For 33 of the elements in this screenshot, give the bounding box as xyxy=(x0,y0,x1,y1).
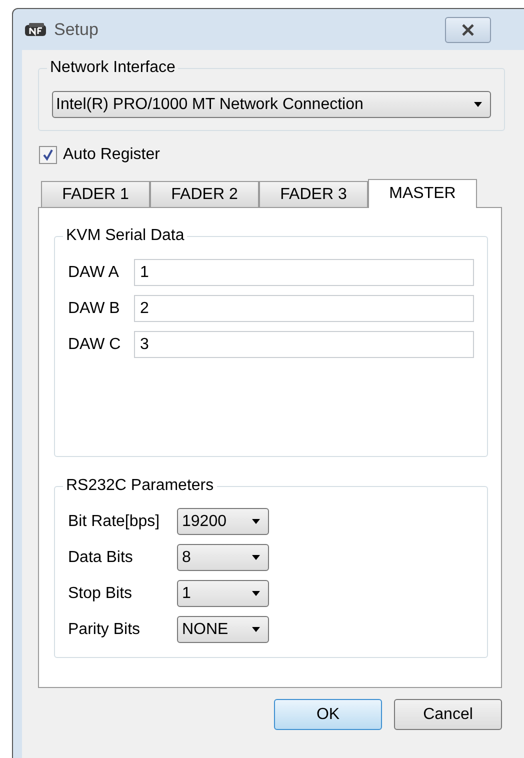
caret-icon xyxy=(252,555,260,560)
tab[interactable]: FADER 2 xyxy=(150,181,259,207)
app-logo-icon xyxy=(24,22,48,38)
window-title: Setup xyxy=(54,18,98,41)
parameter-dropdown[interactable]: 1 xyxy=(177,580,269,607)
parameter-dropdown[interactable]: 19200 xyxy=(177,508,269,535)
tab[interactable]: MASTER xyxy=(368,179,477,208)
field-label: Bit Rate[bps] xyxy=(68,512,161,532)
field-label: Parity Bits xyxy=(68,620,142,640)
dialog-button[interactable]: Cancel xyxy=(394,699,502,730)
caret-icon xyxy=(252,591,260,596)
parameter-dropdown[interactable]: NONE xyxy=(177,616,269,643)
caret-icon xyxy=(474,102,482,107)
field-label: DAW B xyxy=(68,298,121,318)
caret-icon xyxy=(252,519,260,524)
tab[interactable]: FADER 3 xyxy=(259,181,368,207)
dialog-button[interactable]: OK xyxy=(274,699,382,730)
field-label: Stop Bits xyxy=(68,584,134,604)
tab[interactable]: FADER 1 xyxy=(41,181,150,207)
field-label: DAW A xyxy=(68,262,120,282)
auto-register-label: Auto Register xyxy=(63,145,160,165)
caret-icon xyxy=(252,627,260,632)
daw-input-field[interactable]: 2 xyxy=(134,295,474,322)
network-interface-dropdown[interactable]: Intel(R) PRO/1000 MT Network Connection xyxy=(52,91,491,118)
parameter-dropdown[interactable]: 8 xyxy=(177,544,269,571)
close-button[interactable] xyxy=(445,16,491,42)
daw-input-field[interactable]: 1 xyxy=(134,259,474,286)
close-icon xyxy=(461,24,475,36)
daw-input-field[interactable]: 3 xyxy=(134,331,474,358)
field-label: Data Bits xyxy=(68,548,134,568)
check-icon xyxy=(42,149,54,161)
auto-register-checkbox[interactable] xyxy=(39,146,57,164)
field-label: DAW C xyxy=(68,334,122,354)
